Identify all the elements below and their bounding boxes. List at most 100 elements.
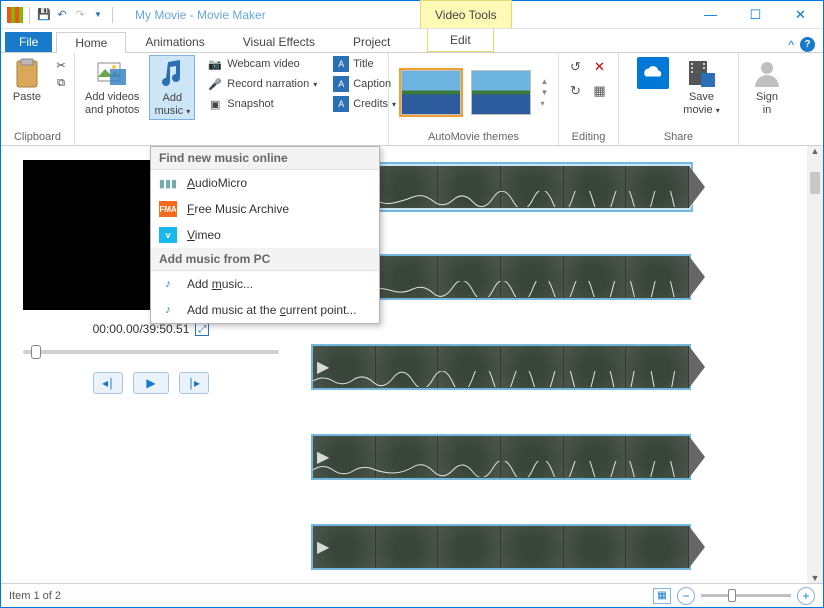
contextual-tab-video-tools[interactable]: Video Tools [420,0,512,28]
undo-icon[interactable]: ↶ [54,7,70,23]
rotate-left-icon[interactable]: ↺ [567,58,585,76]
add-videos-photos-button[interactable]: Add videos and photos [81,55,143,118]
group-automovie-label: AutoMovie themes [395,129,552,145]
vertical-scrollbar[interactable]: ▲ ▼ [807,146,823,583]
paste-button[interactable]: Paste [7,55,47,106]
user-icon [751,57,783,89]
title-icon: A [333,56,349,72]
snapshot-icon: ▣ [207,96,223,112]
vimeo-icon: v [159,227,177,243]
ribbon-collapse-icon[interactable]: ^ [788,38,794,52]
zoom-in-button[interactable]: + [797,587,815,605]
fma-label: ree Music Archive [194,202,289,216]
save-movie-button[interactable]: Save movie ▾ [679,55,723,118]
snapshot-button[interactable]: ▣Snapshot [205,95,319,113]
timeline-clip-5[interactable]: ▶ [311,524,691,570]
timeline-clip-3[interactable]: ▶ [311,344,691,390]
ribbon-tabs: File Home Animations Visual Effects Proj… [1,29,823,53]
fullscreen-icon[interactable]: ⤢ [195,323,209,336]
menu-item-add-music-current-point[interactable]: ♪ Add music at the current point... [151,297,379,323]
play-button[interactable]: ▶ [133,372,169,394]
select-all-icon[interactable]: ▦ [591,82,609,100]
timecode-text: 00:00.00/39:50.51 [93,322,190,336]
delete-icon[interactable]: ✕ [591,58,609,76]
sign-in-label: Sign in [756,91,778,116]
paste-label: Paste [13,91,41,104]
quick-access-toolbar: 💾 ↶ ↷ ▼ [1,7,117,23]
window-controls: — ☐ ✕ [688,1,823,29]
scroll-up-icon[interactable]: ▲ [811,146,820,156]
thumbnail-view-icon[interactable]: ▦ [653,588,671,604]
microphone-icon: 🎤 [207,76,223,92]
maximize-button[interactable]: ☐ [733,1,778,29]
zoom-slider-thumb[interactable] [728,589,736,602]
ribbon: Paste ✂ ⧉ Clipboard Add videos and photo… [1,53,823,146]
previous-frame-button[interactable]: ◂∣ [93,372,123,394]
close-button[interactable]: ✕ [778,1,823,29]
automovie-theme-1[interactable] [401,70,461,115]
group-editing-label: Editing [565,129,612,145]
save-movie-label: Save movie ▾ [683,91,719,116]
seek-slider[interactable] [23,350,279,354]
clipboard-icon [11,57,43,89]
tab-project[interactable]: Project [334,31,409,52]
group-clipboard-label: Clipboard [7,129,68,145]
menu-item-vimeo[interactable]: v Vimeo [151,222,379,248]
add-music-button[interactable]: Add music ▾ [149,55,195,120]
save-icon[interactable]: 💾 [36,7,52,23]
cut-icon[interactable]: ✂ [53,57,69,73]
add-music-label: Add music ▾ [154,92,190,117]
group-share-label: Share [625,129,732,145]
share-onedrive-button[interactable] [633,55,673,91]
credits-icon: A [333,96,349,112]
fma-icon: FMA [159,201,177,217]
workspace: Find new music online ▮▮▮ AudioMicro FMA… [1,146,823,583]
tab-file[interactable]: File [5,32,52,52]
tab-animations[interactable]: Animations [126,31,223,52]
add-music-dropdown: Find new music online ▮▮▮ AudioMicro FMA… [150,146,380,324]
seek-thumb[interactable] [31,345,41,359]
audiomicro-icon: ▮▮▮ [159,175,177,191]
automovie-theme-2[interactable] [471,70,531,115]
menu-item-free-music-archive[interactable]: FMA Free Music Archive [151,196,379,222]
menu-item-add-music[interactable]: ♪ Add music... [151,271,379,297]
theme-scroll-down-icon[interactable]: ▼ [541,88,549,97]
music-note-point-icon: ♪ [159,302,177,318]
film-save-icon [685,57,717,89]
webcam-icon: 📷 [207,56,223,72]
timecode: 00:00.00/39:50.51 ⤢ [93,322,210,336]
status-bar: Item 1 of 2 ▦ − + [1,583,823,607]
app-icon [7,7,23,23]
photo-video-icon [96,57,128,89]
tab-home[interactable]: Home [56,32,126,53]
onedrive-icon [637,57,669,89]
playback-controls: ◂∣ ▶ ∣▸ [93,372,209,394]
add-videos-label: Add videos and photos [85,91,139,116]
zoom-slider[interactable] [701,594,791,597]
sign-in-button[interactable]: Sign in [747,55,787,118]
dropdown-header-pc: Add music from PC [151,248,379,271]
record-narration-button[interactable]: 🎤Record narration ▾ [205,75,319,93]
help-icon[interactable]: ? [800,37,815,52]
theme-expand-icon[interactable]: ▾ [541,99,549,108]
menu-item-audiomicro[interactable]: ▮▮▮ AudioMicro [151,170,379,196]
rotate-right-icon[interactable]: ↻ [567,82,585,100]
title-bar: 💾 ↶ ↷ ▼ My Movie - Movie Maker Video Too… [1,1,823,29]
webcam-video-button[interactable]: 📷Webcam video [205,55,319,73]
window-title: My Movie - Movie Maker [135,8,266,22]
qat-dropdown-icon[interactable]: ▼ [90,7,106,23]
copy-icon[interactable]: ⧉ [53,75,69,91]
zoom-out-button[interactable]: − [677,587,695,605]
redo-icon[interactable]: ↷ [72,7,88,23]
tab-visual-effects[interactable]: Visual Effects [224,31,334,52]
status-item-count: Item 1 of 2 [9,590,61,602]
scroll-down-icon[interactable]: ▼ [811,573,820,583]
theme-scroll-up-icon[interactable]: ▲ [541,77,549,86]
next-frame-button[interactable]: ∣▸ [179,372,209,394]
audiomicro-label: udioMicro [195,176,247,190]
minimize-button[interactable]: — [688,1,733,29]
timeline-clip-4[interactable]: ▶ [311,434,691,480]
caption-icon: A [333,76,349,92]
tab-edit[interactable]: Edit [427,29,494,52]
scrollbar-thumb[interactable] [810,172,820,194]
